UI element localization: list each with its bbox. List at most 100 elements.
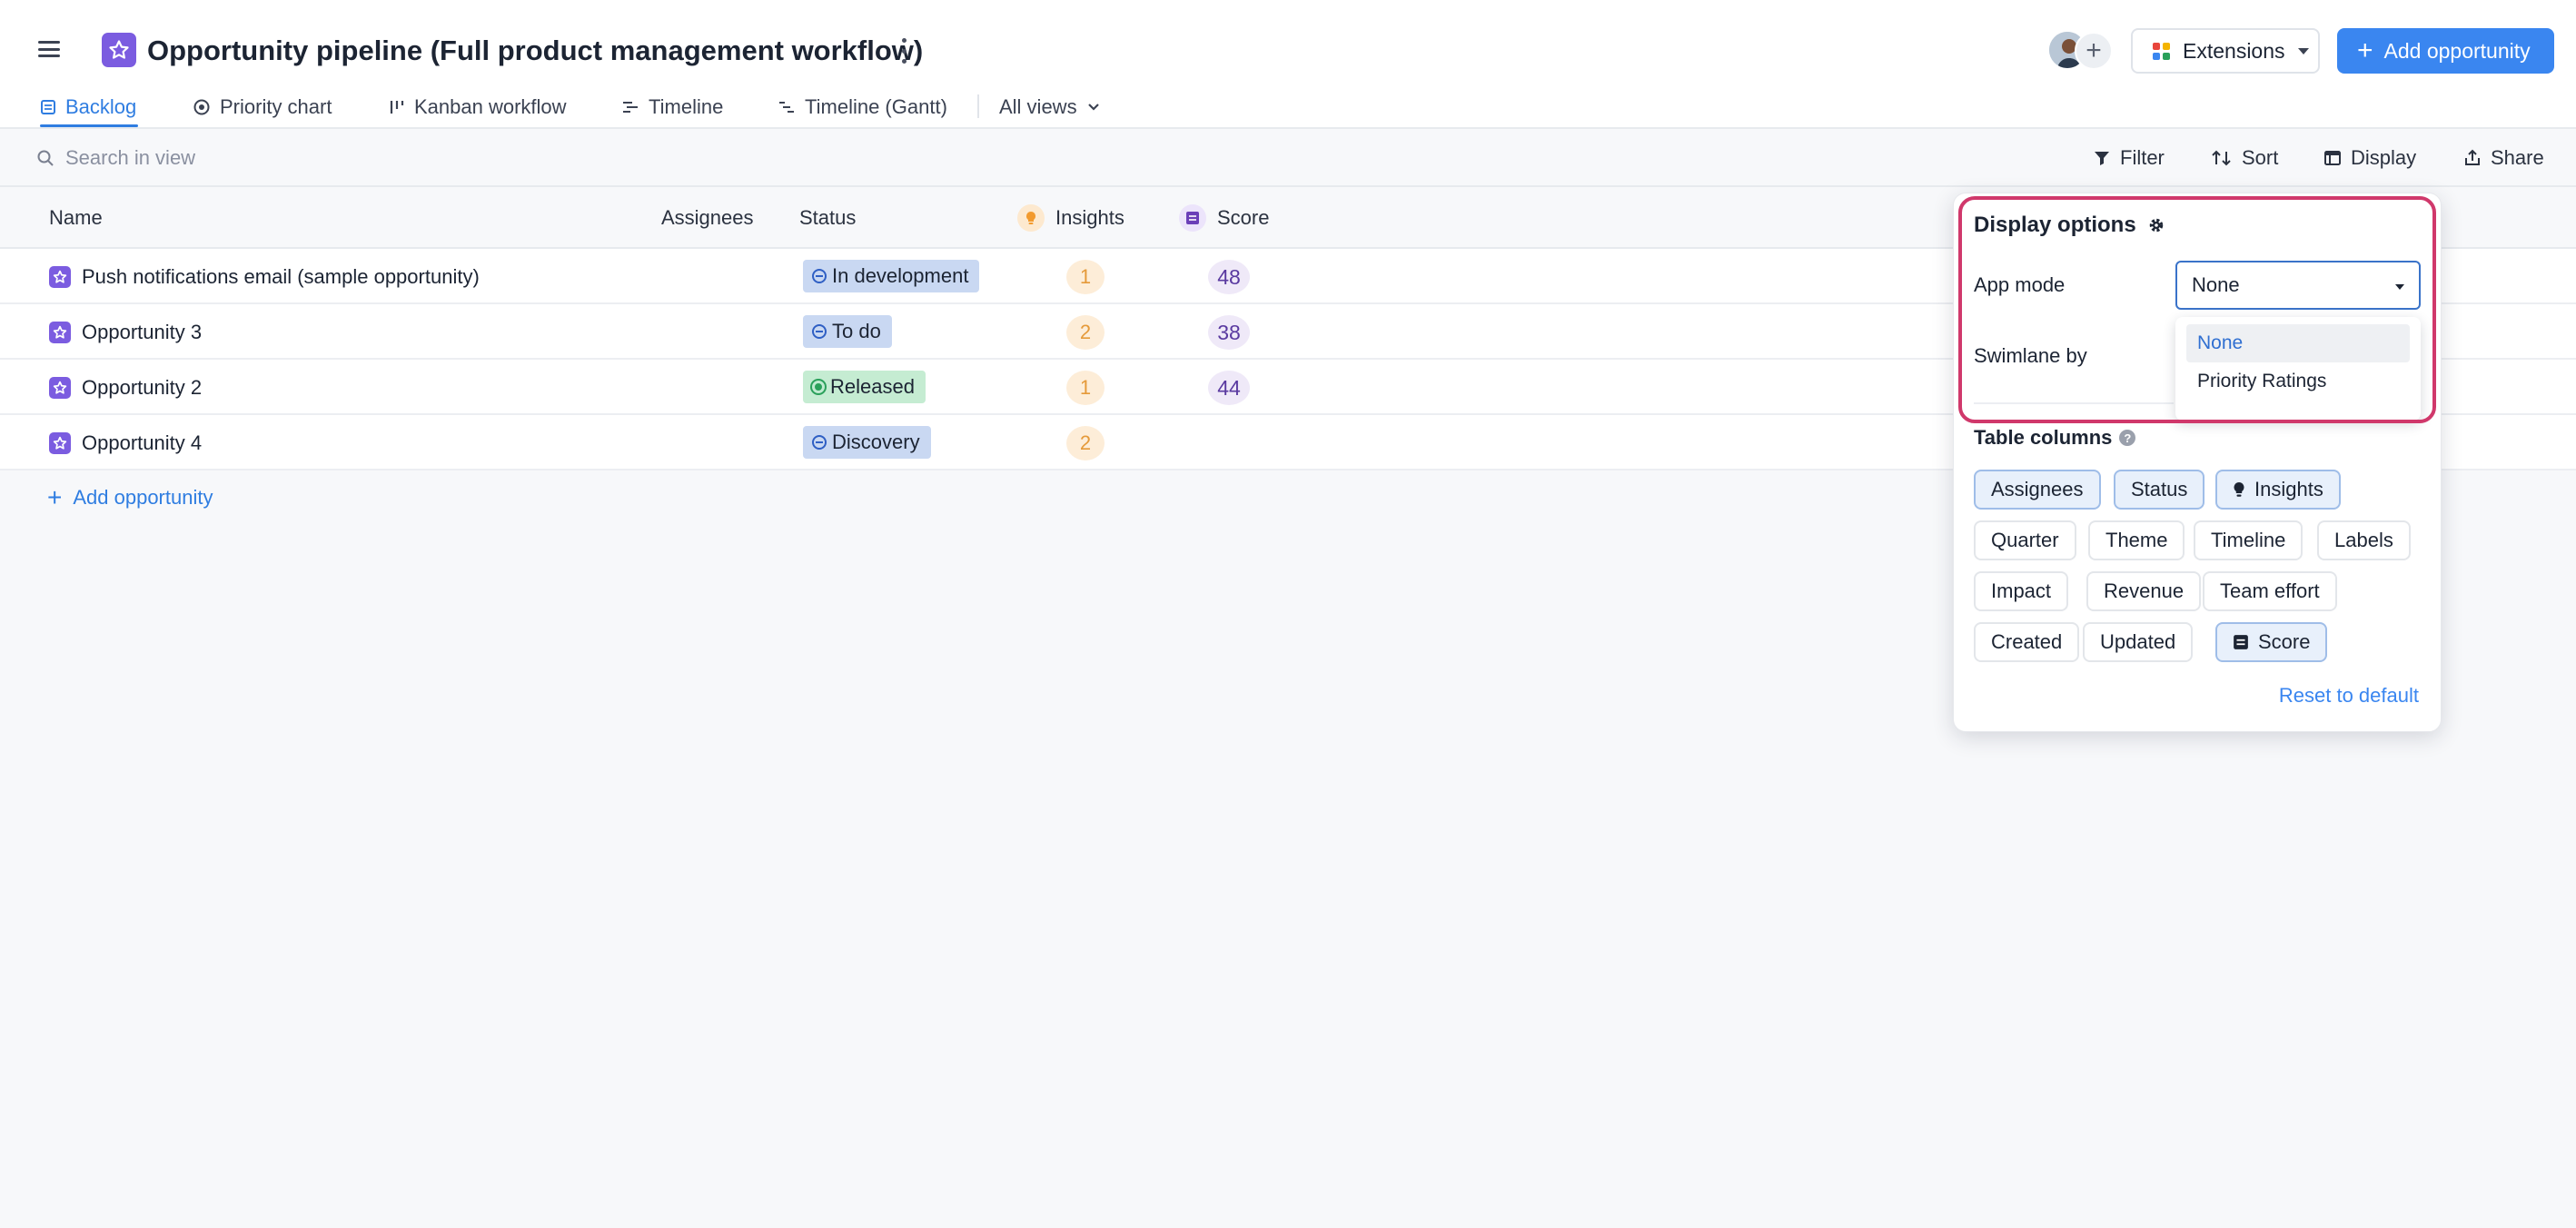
chip-assignees[interactable]: Assignees	[1974, 470, 2101, 510]
hamburger-menu-icon[interactable]	[38, 38, 60, 60]
filter-button[interactable]: Filter	[2093, 142, 2165, 174]
gear-icon[interactable]	[2147, 216, 2165, 234]
extensions-label: Extensions	[2183, 38, 2285, 63]
score-icon	[1179, 204, 1206, 232]
tab-priority-chart[interactable]: Priority chart	[193, 87, 332, 127]
add-member-icon[interactable]: +	[2075, 32, 2113, 70]
dropdown-option-priority-ratings[interactable]: Priority Ratings	[2186, 362, 2410, 401]
column-header-name[interactable]: Name	[49, 187, 103, 249]
share-icon	[2465, 149, 2480, 165]
star-icon	[49, 432, 71, 454]
chip-quarter[interactable]: Quarter	[1974, 520, 2076, 560]
caret-down-icon	[2297, 47, 2309, 54]
swimlane-label: Swimlane by	[1974, 344, 2087, 367]
chip-insights[interactable]: Insights	[2215, 470, 2341, 510]
extensions-button[interactable]: Extensions	[2131, 28, 2320, 74]
tab-label: Kanban workflow	[414, 95, 567, 118]
status-label: Released	[830, 375, 915, 398]
tab-kanban-workflow[interactable]: Kanban workflow	[389, 87, 567, 127]
column-header-status[interactable]: Status	[799, 187, 856, 249]
chip-score-label: Score	[2258, 630, 2311, 653]
dropdown-option-none[interactable]: None	[2186, 324, 2410, 362]
status-icon	[812, 269, 827, 283]
tab-timeline[interactable]: Timeline	[621, 87, 723, 127]
score-value: 44	[1208, 371, 1250, 405]
target-icon	[193, 99, 210, 115]
add-opportunity-row-button[interactable]: + Add opportunity	[47, 481, 213, 514]
help-icon[interactable]: ?	[2119, 430, 2136, 446]
column-header-assignees[interactable]: Assignees	[661, 187, 754, 249]
tab-all-views[interactable]: All views	[999, 87, 1101, 127]
sort-button[interactable]: Sort	[2211, 142, 2278, 174]
row-name[interactable]: Push notifications email (sample opportu…	[82, 249, 480, 304]
add-opportunity-row-label: Add opportunity	[73, 486, 213, 509]
score-icon	[2234, 635, 2248, 649]
column-header-score[interactable]: Score	[1179, 187, 1269, 249]
status-badge[interactable]: Discovery	[803, 426, 931, 459]
row-name[interactable]: Opportunity 2	[82, 360, 202, 415]
status-label: Discovery	[832, 431, 920, 453]
status-badge[interactable]: Released	[803, 371, 926, 403]
status-label: To do	[832, 320, 881, 342]
filter-label: Filter	[2120, 146, 2165, 169]
chip-theme[interactable]: Theme	[2088, 520, 2185, 560]
tab-label: All views	[999, 95, 1077, 118]
caret-down-icon	[2395, 284, 2404, 290]
sort-icon	[2212, 150, 2231, 166]
status-icon	[812, 324, 827, 339]
tab-divider	[977, 94, 979, 118]
status-badge[interactable]: To do	[803, 315, 892, 348]
chip-score[interactable]: Score	[2215, 622, 2328, 662]
chip-team-effort[interactable]: Team effort	[2203, 571, 2337, 611]
star-icon	[102, 33, 136, 67]
app-mode-value: None	[2192, 273, 2240, 296]
chip-updated[interactable]: Updated	[2083, 622, 2194, 662]
view-toolbar: Filter Sort Display Share	[0, 129, 2576, 187]
lightbulb-icon	[2234, 481, 2244, 497]
chip-impact[interactable]: Impact	[1974, 571, 2069, 611]
table-columns-text: Table columns	[1974, 426, 2113, 449]
insights-count[interactable]: 2	[1066, 426, 1105, 460]
timeline-icon	[623, 102, 638, 113]
panel-title-text: Display options	[1974, 213, 2136, 237]
tab-backlog[interactable]: Backlog	[40, 87, 138, 127]
reset-to-default-link[interactable]: Reset to default	[2279, 684, 2419, 708]
filter-icon	[2095, 152, 2109, 165]
insights-count[interactable]: 2	[1066, 315, 1105, 350]
search-input[interactable]	[65, 142, 610, 174]
insights-count[interactable]: 1	[1066, 371, 1105, 405]
score-value: 38	[1208, 315, 1250, 350]
star-icon	[49, 377, 71, 399]
display-button[interactable]: Display	[2323, 142, 2416, 174]
insights-count[interactable]: 1	[1066, 260, 1105, 294]
tab-label: Timeline (Gantt)	[805, 95, 947, 118]
tab-timeline-gantt[interactable]: Timeline (Gantt)	[778, 87, 947, 127]
table-columns-label: Table columns ?	[1974, 426, 2136, 450]
chip-labels[interactable]: Labels	[2317, 520, 2411, 560]
app-mode-label: App mode	[1974, 273, 2066, 296]
extensions-grid-icon	[2153, 42, 2170, 60]
table-icon	[41, 100, 55, 114]
more-options-icon[interactable]	[897, 38, 911, 64]
kanban-icon	[390, 101, 404, 114]
collaborators[interactable]: +	[2047, 30, 2113, 72]
chip-revenue[interactable]: Revenue	[2086, 571, 2202, 611]
tab-label: Backlog	[65, 95, 137, 118]
plus-icon: +	[2357, 35, 2373, 65]
search-icon	[37, 150, 54, 166]
chip-status[interactable]: Status	[2114, 470, 2205, 510]
row-name[interactable]: Opportunity 4	[82, 415, 202, 470]
chip-timeline[interactable]: Timeline	[2194, 520, 2304, 560]
lightbulb-icon	[1017, 204, 1045, 232]
tab-label: Priority chart	[220, 95, 332, 118]
view-tabs: Backlog Priority chart Kanban workflow T…	[0, 87, 2576, 127]
app-mode-select[interactable]: None	[2175, 261, 2421, 310]
status-badge[interactable]: In development	[803, 260, 980, 292]
star-icon	[49, 322, 71, 343]
share-button[interactable]: Share	[2463, 142, 2544, 174]
divider	[1974, 402, 2174, 404]
add-opportunity-button[interactable]: + Add opportunity	[2337, 28, 2554, 74]
column-header-insights[interactable]: Insights	[1017, 187, 1125, 249]
row-name[interactable]: Opportunity 3	[82, 304, 202, 360]
chip-created[interactable]: Created	[1974, 622, 2080, 662]
